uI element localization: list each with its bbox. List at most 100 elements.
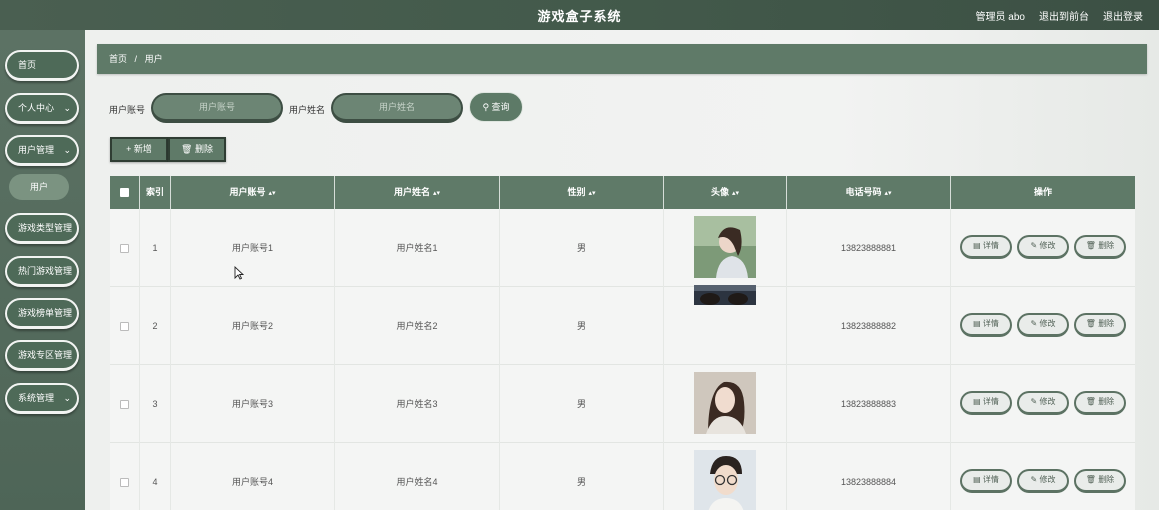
sidebar-item-game-zone-management[interactable]: 游戏专区管理 [5,340,79,371]
header-avatar-label: 头像 [710,187,729,197]
search-bar: 用户账号 用户账号 用户姓名 用户姓名 ⚲ 查询 [109,92,609,124]
add-button[interactable]: + 新增 [110,137,168,162]
edit-button[interactable]: ✎ 修改 [1017,469,1069,493]
phone-cell: 13823888881 [787,209,951,287]
header-account[interactable]: 用户账号 ▴▾ [171,176,335,209]
edit-icon: ✎ [1030,319,1038,328]
avatar-cell [664,443,787,510]
detail-button[interactable]: ▤ 详情 [960,313,1012,337]
detail-button[interactable]: ▤ 详情 [960,391,1012,415]
header-phone[interactable]: 电话号码 ▴▾ [787,176,951,209]
gender-cell: 男 [500,365,664,443]
name-cell: 用户姓名1 [335,209,500,287]
breadcrumb-home[interactable]: 首页 [109,54,127,64]
edit-label: 修改 [1039,241,1056,250]
logout-link[interactable]: 退出登录 [1103,8,1143,23]
header-gender[interactable]: 性别 ▴▾ [500,176,664,209]
edit-icon: ✎ [1030,241,1038,250]
row-delete-button[interactable]: 🗑 删除 [1074,391,1126,415]
row-operations: ▤ 详情 ✎ 修改 🗑 删除 [960,469,1126,493]
operations-cell: ▤ 详情 ✎ 修改 🗑 删除 [951,209,1135,287]
phone-cell: 13823888882 [787,287,951,365]
gender-cell: 男 [500,443,664,510]
detail-button[interactable]: ▤ 详情 [960,469,1012,493]
row-select-cell [110,365,140,443]
breadcrumb-separator: / [134,54,138,64]
edit-button[interactable]: ✎ 修改 [1017,313,1069,337]
operations-cell: ▤ 详情 ✎ 修改 🗑 删除 [951,443,1135,510]
index-cell: 2 [140,287,171,365]
name-cell: 用户姓名3 [335,365,500,443]
table-row: 4 用户账号4 用户姓名4 男 13823888884 ▤ 详情 ✎ 修改 🗑 … [110,443,1135,510]
sort-icon: ▴▾ [884,190,892,197]
account-search-input[interactable]: 用户账号 [151,93,283,123]
detail-button[interactable]: ▤ 详情 [960,235,1012,259]
header-name-label: 用户姓名 [393,187,430,197]
sidebar-item-label: 系统管理 [18,393,55,403]
edit-icon: ✎ [1030,475,1038,484]
phone-cell: 13823888884 [787,443,951,510]
header-avatar[interactable]: 头像 ▴▾ [664,176,787,209]
operations-cell: ▤ 详情 ✎ 修改 🗑 删除 [951,287,1135,365]
sidebar-item-label: 热门游戏管理 [18,266,73,276]
header-gender-label: 性别 [567,187,586,197]
row-delete-button[interactable]: 🗑 删除 [1074,235,1126,259]
sidebar-item-personal-center[interactable]: 个人中心 ⌄ [5,93,79,124]
index-cell: 1 [140,209,171,287]
user-table: 索引 用户账号 ▴▾ 用户姓名 ▴▾ 性别 ▴▾ 头像 ▴▾ 电话号码 ▴▾ 操作 1 用… [110,176,1135,510]
top-header-bar: 游戏盒子系统 管理员 abo 退出到前台 退出登录 [0,0,1159,30]
name-search-label: 用户姓名 [289,105,326,115]
avatar-cell [664,365,787,443]
row-checkbox[interactable] [120,478,129,488]
main-content: 首页 / 用户 用户账号 用户账号 用户姓名 用户姓名 ⚲ 查询 + 新增 🗑 … [85,30,1159,510]
row-delete-button[interactable]: 🗑 删除 [1074,313,1126,337]
detail-label: 详情 [982,241,999,250]
delete-button[interactable]: 🗑 删除 [168,137,226,162]
row-checkbox[interactable] [120,400,129,410]
edit-button[interactable]: ✎ 修改 [1017,235,1069,259]
avatar-cell [664,285,787,365]
header-actions: 管理员 abo 退出到前台 退出登录 [976,8,1143,23]
edit-label: 修改 [1039,397,1056,406]
detail-icon: ▤ [973,241,981,250]
row-operations: ▤ 详情 ✎ 修改 🗑 删除 [960,235,1126,259]
sidebar: 首页 个人中心 ⌄ 用户管理 ⌄ 用户 游戏类型管理 热门游戏管理 游戏榜单管理… [0,30,85,510]
query-button[interactable]: ⚲ 查询 [469,92,523,122]
chevron-down-icon: ⌄ [63,393,71,403]
sidebar-item-label: 个人中心 [18,103,55,113]
detail-icon: ▤ [973,475,981,484]
trash-icon: 🗑 [1085,319,1096,328]
row-operations: ▤ 详情 ✎ 修改 🗑 删除 [960,313,1126,337]
select-all-checkbox[interactable] [120,188,129,198]
sidebar-subitem-user[interactable]: 用户 [9,174,69,200]
account-cell: 用户账号4 [171,443,335,510]
table-row: 2 用户账号2 用户姓名2 男 13823888882 ▤ 详情 ✎ 修改 🗑 … [110,285,1135,365]
row-checkbox[interactable] [120,244,129,254]
sidebar-item-game-ranking-management[interactable]: 游戏榜单管理 [5,298,79,329]
row-delete-button[interactable]: 🗑 删除 [1074,469,1126,493]
edit-button[interactable]: ✎ 修改 [1017,391,1069,415]
index-cell: 3 [140,365,171,443]
delete-button-label: 删除 [194,144,213,154]
sidebar-item-user-management[interactable]: 用户管理 ⌄ [5,135,79,166]
sidebar-item-game-type-management[interactable]: 游戏类型管理 [5,213,79,244]
table-row: 3 用户账号3 用户姓名3 男 13823888883 ▤ 详情 ✎ 修改 🗑 … [110,365,1135,443]
name-search-input[interactable]: 用户姓名 [331,93,463,123]
search-icon: ⚲ [482,102,490,112]
sidebar-item-hot-game-management[interactable]: 热门游戏管理 [5,256,79,287]
row-select-cell [110,209,140,287]
name-cell: 用户姓名2 [335,287,500,365]
delete-label: 删除 [1098,475,1115,484]
trash-icon: 🗑 [181,144,193,154]
sidebar-item-system-management[interactable]: 系统管理 ⌄ [5,383,79,414]
header-name[interactable]: 用户姓名 ▴▾ [335,176,500,209]
detail-label: 详情 [982,475,999,484]
sidebar-item-home[interactable]: 首页 [5,50,79,81]
exit-to-front-link[interactable]: 退出到前台 [1039,8,1089,23]
row-operations: ▤ 详情 ✎ 修改 🗑 删除 [960,391,1126,415]
header-account-label: 用户账号 [229,187,266,197]
account-cell: 用户账号3 [171,365,335,443]
mouse-cursor-icon [234,266,244,280]
avatar [694,216,756,278]
row-checkbox[interactable] [120,322,129,332]
